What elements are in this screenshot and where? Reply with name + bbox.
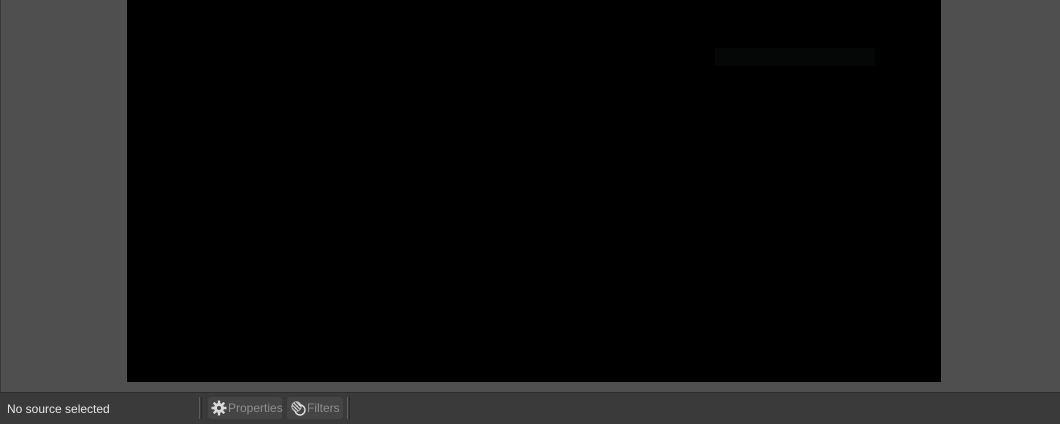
filters-button-label: Filters [307,401,340,415]
source-status-label: No source selected [7,402,110,416]
obs-preview-window: No source selected Properties Filters [0,0,1060,424]
source-context-bar: No source selected Properties Filters [0,392,1060,424]
preview-area [1,0,1060,392]
context-bar-separator [199,397,202,419]
preview-canvas[interactable] [127,0,941,382]
preview-overlay-shape [715,48,875,66]
context-bar-separator [347,397,350,419]
gear-icon [211,400,227,417]
filters-button[interactable]: Filters [287,397,343,419]
filter-icon [290,400,306,417]
properties-button-label: Properties [228,401,283,415]
properties-button[interactable]: Properties [208,397,283,419]
